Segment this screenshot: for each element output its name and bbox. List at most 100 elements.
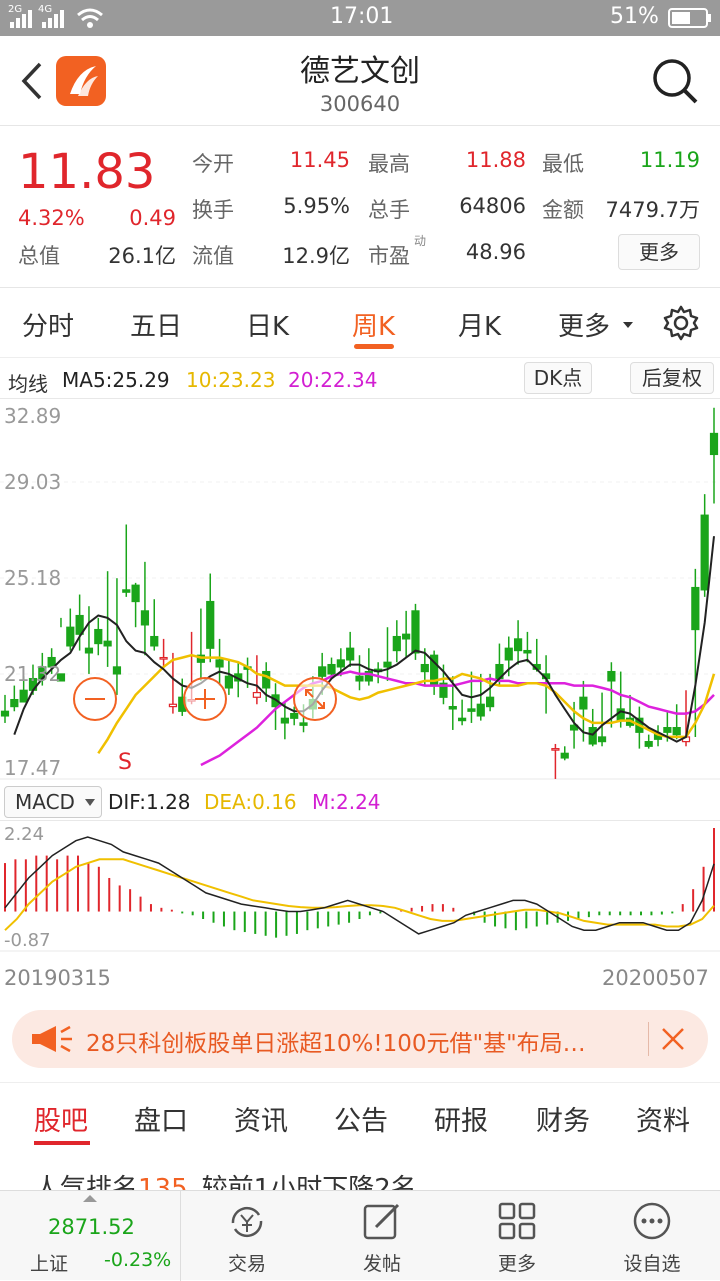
ellipsis-circle-icon	[633, 1202, 671, 1240]
candle-down	[103, 640, 112, 647]
total-value-label: 总值	[18, 244, 60, 268]
candle-down	[523, 649, 532, 654]
tab-daily-k[interactable]: 日K	[246, 306, 289, 343]
index-change: -0.23%	[104, 1249, 172, 1271]
battery-percent: 51%	[610, 4, 659, 29]
candle-down	[383, 661, 392, 668]
candle-down	[262, 670, 271, 689]
candle-down	[0, 710, 10, 717]
macd-selector-label: MACD	[15, 790, 75, 814]
tab-five-day[interactable]: 五日	[130, 306, 182, 343]
content-tabs: 股吧 盘口 资讯 公告 研报 财务 资料	[0, 1082, 720, 1152]
low-value: 11.19	[639, 148, 700, 172]
tab-weekly-k[interactable]: 周K	[352, 306, 395, 343]
stock-name: 德艺文创	[300, 54, 420, 89]
fullscreen-icon[interactable]	[292, 676, 338, 722]
candle-down	[579, 696, 588, 710]
search-icon[interactable]	[650, 56, 700, 106]
candle-down	[122, 589, 131, 593]
signal-icon	[10, 10, 32, 28]
zoom-in-icon[interactable]	[182, 676, 228, 722]
candle-down	[336, 659, 345, 668]
price-tick-1: 32.89	[4, 404, 62, 428]
macd-plot	[0, 820, 720, 952]
adjust-button[interactable]: 后复权	[630, 362, 714, 394]
macd-dif-line	[4, 836, 715, 935]
banner-text: 28只科创板股单日涨超10%!100元借"基"布局…	[86, 1031, 586, 1057]
nav-add-watchlist-label: 设自选	[623, 1253, 681, 1275]
expand-arrow-icon[interactable]	[82, 1193, 98, 1203]
candle-up	[159, 656, 168, 660]
ma10-value: 10:23.23	[186, 368, 276, 392]
sell-marker: S	[118, 750, 132, 775]
open-label: 今开	[192, 152, 234, 176]
zoom-out-icon[interactable]	[72, 676, 118, 722]
amount-label: 金额	[542, 198, 584, 222]
candle-down	[644, 741, 653, 747]
candle-down	[299, 722, 308, 726]
tab-news[interactable]: 资讯	[234, 1099, 288, 1138]
current-price: 11.83	[18, 144, 156, 200]
candle-down	[476, 703, 485, 717]
nav-add-watchlist[interactable]: 设自选	[602, 1191, 702, 1281]
active-tab-indicator	[354, 344, 394, 349]
candle-down	[84, 647, 94, 654]
index-value: 2871.52	[48, 1215, 135, 1239]
candle-down	[392, 635, 401, 652]
candle-down	[597, 736, 607, 743]
candle-down	[112, 666, 122, 675]
price-tick-2: 29.03	[4, 470, 62, 494]
news-banner[interactable]: 28只科创板股单日涨超10%!100元借"基"布局…	[12, 1010, 708, 1068]
nav-more[interactable]: 更多	[467, 1191, 567, 1281]
tab-minute[interactable]: 分时	[22, 306, 74, 343]
banner-divider	[648, 1022, 649, 1056]
candle-down	[94, 628, 103, 645]
candle-down	[504, 647, 513, 661]
tab-forum[interactable]: 股吧	[34, 1099, 88, 1138]
tab-announcements[interactable]: 公告	[334, 1099, 388, 1138]
wifi-icon	[77, 8, 103, 28]
ma5-value: MA5:25.29	[62, 368, 170, 392]
float-label: 流值	[192, 244, 234, 268]
candle-down	[10, 698, 19, 708]
ma20-value: 20:22.34	[288, 368, 378, 392]
date-end: 20200507	[602, 966, 709, 990]
candle-down	[420, 663, 429, 673]
nav-more-label: 更多	[497, 1253, 536, 1275]
gear-icon[interactable]	[662, 304, 700, 342]
kline-chart[interactable]: 均线 MA5:25.29 10:23.23 20:22.34 DK点 后复权 3…	[0, 358, 720, 998]
nav-post[interactable]: 发帖	[332, 1191, 432, 1281]
candle-down	[448, 705, 457, 710]
candle-down	[318, 666, 327, 677]
tab-more[interactable]: 更多	[558, 306, 610, 343]
high-value: 11.88	[465, 148, 526, 172]
macd-m: M:2.24	[312, 790, 381, 814]
tab-profile[interactable]: 资料	[636, 1099, 690, 1138]
battery-icon	[668, 8, 711, 28]
period-tabs: 分时 五日 日K 周K 月K 更多	[0, 288, 720, 358]
candle-down	[280, 717, 289, 724]
amount-value: 7479.7万	[605, 198, 700, 222]
nav-trade[interactable]: 交易	[197, 1191, 297, 1281]
active-subtab-indicator	[34, 1141, 90, 1145]
ma-label: 均线	[8, 372, 48, 396]
dk-point-button[interactable]: DK点	[524, 362, 592, 394]
candle-down	[327, 663, 336, 675]
candle-down	[215, 659, 224, 668]
float-value: 12.9亿	[282, 244, 350, 268]
more-quote-button[interactable]: 更多	[618, 234, 700, 270]
macd-selector[interactable]: MACD	[4, 786, 102, 818]
tab-finance[interactable]: 财务	[536, 1099, 590, 1138]
tab-order-book[interactable]: 盘口	[134, 1099, 188, 1138]
candle-down	[66, 626, 75, 647]
quote-panel: 11.83 4.32% 0.49 总值 26.1亿 今开 11.45 最高 11…	[0, 126, 720, 288]
candlestick-plot	[0, 398, 720, 780]
close-icon[interactable]	[660, 1026, 686, 1052]
low-label: 最低	[542, 152, 584, 176]
candle-down	[140, 610, 150, 626]
date-start: 20190315	[4, 966, 111, 990]
tab-monthly-k[interactable]: 月K	[458, 306, 501, 343]
tab-research[interactable]: 研报	[434, 1099, 488, 1138]
nav-trade-label: 交易	[227, 1253, 266, 1275]
candle-down	[131, 584, 140, 603]
